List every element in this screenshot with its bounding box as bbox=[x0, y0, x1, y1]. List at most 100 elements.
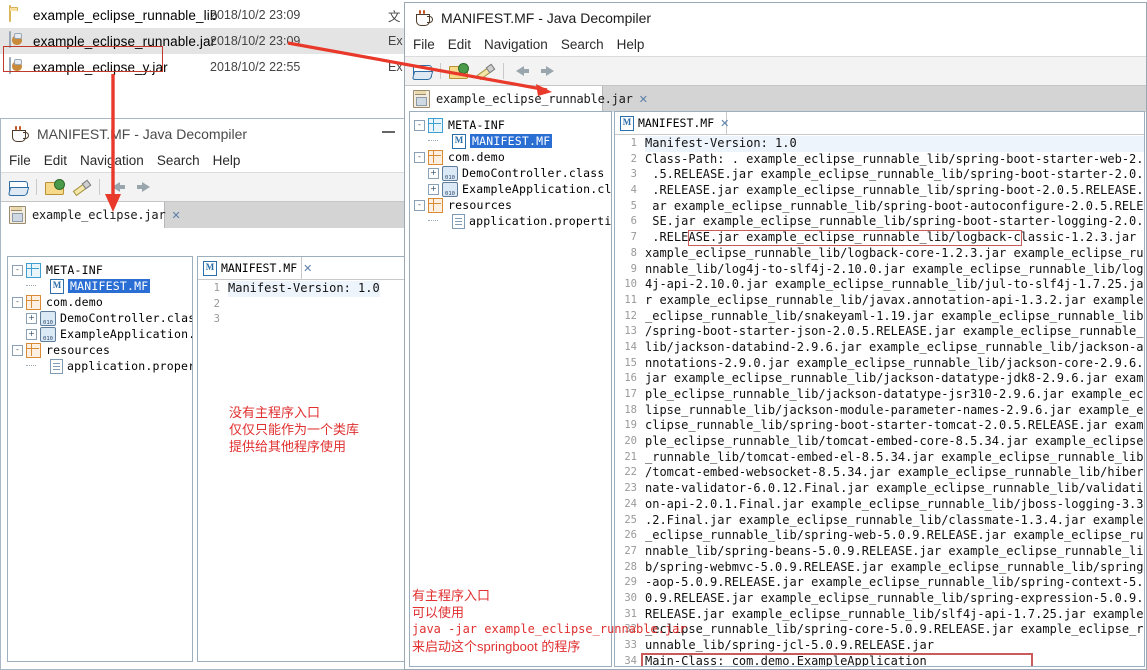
tree-node[interactable]: + ExampleApplication.class bbox=[414, 181, 611, 197]
code-line: Class-Path: . example_eclipse_runnable_l… bbox=[645, 151, 1145, 166]
tree-connector bbox=[428, 140, 438, 142]
line-number: 2 bbox=[630, 152, 637, 165]
tree-toggle[interactable]: + bbox=[428, 183, 439, 195]
tree-toggle[interactable]: - bbox=[12, 264, 23, 276]
tree-node[interactable]: application.properti bbox=[12, 358, 192, 374]
tree-toggle[interactable]: + bbox=[26, 328, 37, 340]
front-jar-tabstrip: example_eclipse_runnable.jar ✕ bbox=[405, 86, 1146, 112]
forward-arrow-icon[interactable] bbox=[537, 61, 559, 81]
tree-node[interactable]: M MANIFEST.MF bbox=[12, 278, 192, 294]
menu-help[interactable]: Help bbox=[617, 37, 645, 52]
tree-toggle[interactable]: - bbox=[414, 119, 425, 131]
close-icon[interactable]: ✕ bbox=[639, 93, 648, 106]
menu-search[interactable]: Search bbox=[561, 37, 604, 52]
code-line: _eclipse_runnable_lib/spring-web-5.0.9.R… bbox=[645, 528, 1144, 543]
code-line: lib/jackson-databind-2.9.6.jar example_e… bbox=[645, 339, 1144, 354]
tree-node[interactable]: - resources bbox=[414, 197, 611, 213]
code-line: on-api-2.0.1.Final.jar example_eclipse_r… bbox=[645, 496, 1144, 511]
line-number: 14 bbox=[624, 340, 637, 353]
line-number: 8 bbox=[630, 246, 637, 259]
line-number: 1 bbox=[630, 137, 637, 149]
menu-help[interactable]: Help bbox=[213, 153, 241, 168]
menu-search[interactable]: Search bbox=[157, 153, 200, 168]
jar-tab-example-eclipse-runnable[interactable]: example_eclipse_runnable.jar ✕ bbox=[405, 86, 648, 112]
close-icon[interactable]: ✕ bbox=[171, 209, 180, 222]
tree-node[interactable]: - META-INF bbox=[414, 117, 611, 133]
tree-toggle[interactable]: - bbox=[414, 199, 425, 211]
java-coffee-icon bbox=[415, 9, 433, 27]
tree-node[interactable]: + DemoController.class bbox=[414, 165, 611, 181]
back-arrow-icon[interactable] bbox=[107, 177, 129, 197]
front-window-toolbar bbox=[405, 56, 1146, 86]
line-number: 5 bbox=[630, 199, 637, 212]
open-file-icon[interactable] bbox=[7, 177, 29, 197]
menu-edit[interactable]: Edit bbox=[448, 37, 471, 52]
front-package-tree[interactable]: - META-INFM MANIFEST.MF - com.demo + DemoContr… bbox=[409, 111, 612, 667]
tree-node[interactable]: - com.demo bbox=[414, 149, 611, 165]
file-date: 2018/10/2 23:09 bbox=[210, 34, 301, 48]
back-decompiler-window: MANIFEST.MF - Java Decompiler File Edit … bbox=[0, 118, 410, 670]
explorer-row-0[interactable]: example_eclipse_runnable_lib 2018/10/2 2… bbox=[0, 2, 420, 28]
front-annotation-text: 有主程序入口 可以使用 bbox=[412, 588, 491, 620]
file-date: 2018/10/2 22:55 bbox=[210, 60, 301, 74]
back-window-titlebar: MANIFEST.MF - Java Decompiler bbox=[1, 119, 409, 149]
close-icon[interactable]: ✕ bbox=[303, 262, 312, 275]
open-type-icon[interactable] bbox=[448, 61, 470, 81]
minimize-button[interactable] bbox=[382, 131, 395, 133]
tree-node[interactable]: M MANIFEST.MF bbox=[414, 133, 611, 149]
tree-node[interactable]: + ExampleApplication.c bbox=[12, 326, 192, 342]
manifest-icon: M bbox=[620, 115, 634, 131]
code-line: _eclipse_runnable_lib/snakeyaml-1.19.jar… bbox=[645, 308, 1144, 323]
package-icon bbox=[428, 117, 443, 133]
toolbar-separator bbox=[440, 63, 441, 79]
line-number: 16 bbox=[624, 372, 637, 385]
code-line: ple_eclipse_runnable_lib/tomcat-embed-co… bbox=[645, 434, 1144, 449]
forward-arrow-icon[interactable] bbox=[133, 177, 155, 197]
highlight-pencil-icon[interactable] bbox=[70, 177, 92, 197]
tree-toggle[interactable]: + bbox=[428, 167, 439, 179]
back-arrow-icon[interactable] bbox=[511, 61, 533, 81]
back-tree-root: - META-INFM MANIFEST.MF - com.demo + DemoContr… bbox=[8, 257, 192, 374]
tree-toggle[interactable]: - bbox=[12, 344, 23, 356]
menu-file[interactable]: File bbox=[413, 37, 435, 52]
line-number: 33 bbox=[624, 639, 637, 651]
close-icon[interactable]: ✕ bbox=[720, 117, 729, 130]
back-package-tree[interactable]: - META-INFM MANIFEST.MF - com.demo + DemoContr… bbox=[7, 256, 193, 662]
tree-toggle[interactable]: - bbox=[12, 296, 23, 308]
tree-node-label: DemoController.class bbox=[462, 166, 605, 180]
package-icon bbox=[428, 149, 443, 165]
editor-tab-manifest[interactable]: M MANIFEST.MF ✕ bbox=[615, 112, 729, 134]
open-type-icon[interactable] bbox=[44, 177, 66, 197]
code-line: 0.9.RELEASE.jar example_eclipse_runnable… bbox=[645, 590, 1144, 605]
back-code-area[interactable]: 1 2 3 Manifest-Version: 1.0 bbox=[198, 279, 408, 661]
front-code-area[interactable]: 1 2 3 4 5 6 7 8 9 10 11 12 13 14 15 16 17 18 19 20 21 22 23 24 2… bbox=[615, 134, 1144, 666]
tree-node[interactable]: - resources bbox=[12, 342, 192, 358]
tree-node-label: application.properti bbox=[67, 359, 192, 373]
back-window-toolbar bbox=[1, 172, 409, 202]
tree-toggle[interactable]: + bbox=[26, 312, 37, 324]
tree-node[interactable]: - META-INF bbox=[12, 262, 192, 278]
menu-navigation[interactable]: Navigation bbox=[80, 153, 144, 168]
front-code-lines: Manifest-Version: 1.0 Class-Path: . examp… bbox=[645, 134, 1145, 666]
highlight-pencil-icon[interactable] bbox=[474, 61, 496, 81]
line-number: 9 bbox=[630, 262, 637, 275]
code-line: .5.RELEASE.jar example_eclipse_runnable_… bbox=[645, 167, 1145, 182]
code-line: unnable_lib/spring-jcl-5.0.9.RELEASE.jar bbox=[645, 638, 934, 652]
tree-node[interactable]: + DemoController.class bbox=[12, 310, 192, 326]
tree-node[interactable]: - com.demo bbox=[12, 294, 192, 310]
menu-edit[interactable]: Edit bbox=[44, 153, 67, 168]
line-number: 4 bbox=[630, 184, 637, 197]
class-file-icon bbox=[40, 310, 56, 326]
open-file-icon[interactable] bbox=[411, 61, 433, 81]
code-line: nate-validator-6.0.12.Final.jar example_… bbox=[645, 481, 1144, 496]
line-number: 2 bbox=[213, 297, 220, 310]
menu-file[interactable]: File bbox=[9, 153, 31, 168]
jar-tab-example-eclipse[interactable]: example_eclipse.jar ✕ bbox=[1, 202, 181, 228]
code-line: .2.Final.jar example_eclipse_runnable_li… bbox=[645, 512, 1144, 527]
tree-node[interactable]: application.properties bbox=[414, 213, 611, 229]
tree-toggle[interactable]: - bbox=[414, 151, 425, 163]
line-number: 27 bbox=[624, 544, 637, 557]
line-number: 22 bbox=[624, 466, 637, 479]
menu-navigation[interactable]: Navigation bbox=[484, 37, 548, 52]
editor-tab-manifest[interactable]: M MANIFEST.MF ✕ bbox=[198, 257, 312, 279]
